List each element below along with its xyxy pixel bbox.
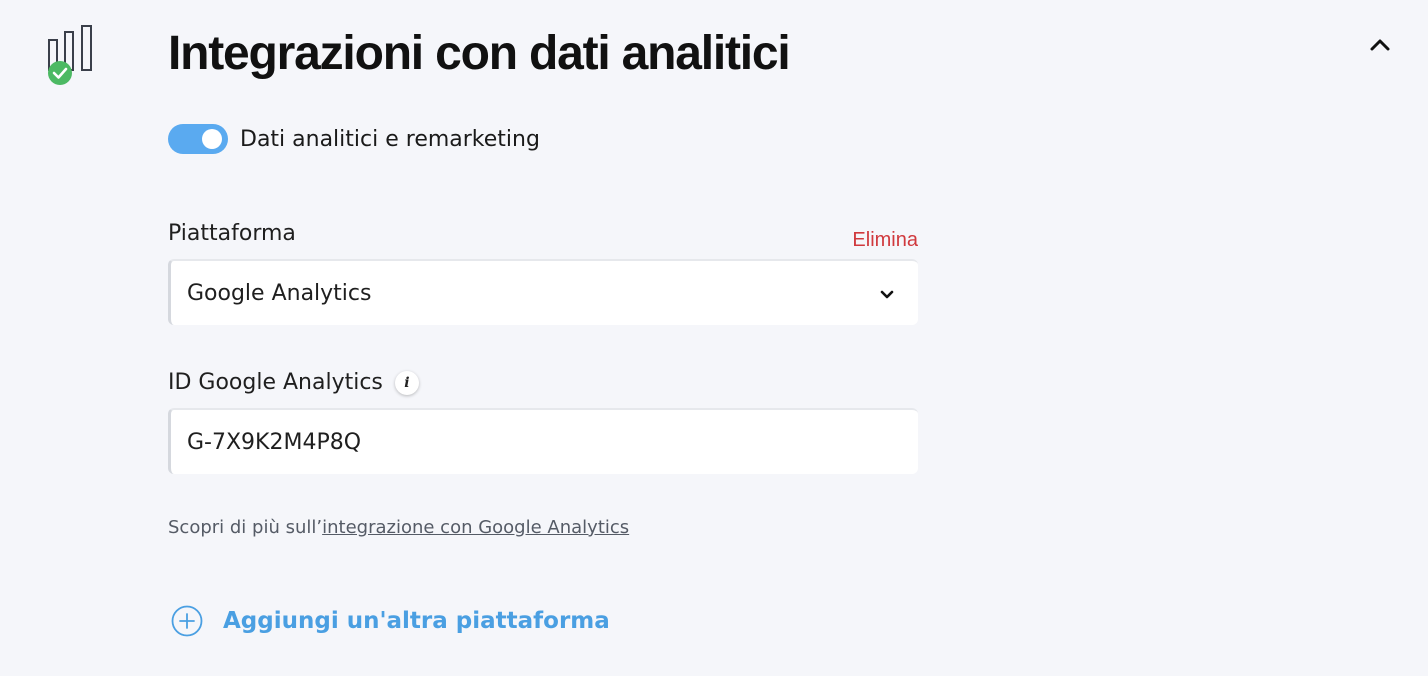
bar-chart-check-icon: [44, 22, 100, 88]
help-text-prefix: Scopri di più sull’: [168, 517, 323, 538]
analytics-id-input[interactable]: G-7X9K2M4P8Q: [168, 408, 918, 474]
chevron-down-icon: [880, 290, 894, 299]
platform-label: Piattaforma: [168, 221, 296, 246]
platform-selected-value: Google Analytics: [187, 280, 372, 306]
chevron-up-icon: [1370, 39, 1390, 51]
add-platform-label: Aggiungi un'altra piattaforma: [223, 608, 610, 634]
plus-circle-icon: [171, 605, 203, 637]
analytics-toggle-row: Dati analitici e remarketing: [168, 124, 540, 154]
platform-select[interactable]: Google Analytics: [168, 259, 918, 325]
analytics-id-label: ID Google Analytics: [168, 370, 383, 395]
toggle-knob: [202, 129, 222, 149]
info-icon[interactable]: i: [394, 370, 419, 395]
google-analytics-integration-link[interactable]: integrazione con Google Analytics: [322, 517, 629, 538]
analytics-id-label-row: ID Google Analytics i: [168, 370, 419, 395]
section-title: Integrazioni con dati analitici: [168, 27, 791, 80]
delete-link[interactable]: Elimina: [818, 229, 918, 252]
help-text: Scopri di più sull’integrazione con Goog…: [168, 517, 629, 538]
collapse-button[interactable]: [1364, 30, 1396, 58]
add-platform-button[interactable]: Aggiungi un'altra piattaforma: [170, 604, 610, 638]
analytics-remarketing-toggle[interactable]: [168, 124, 228, 154]
analytics-id-value: G-7X9K2M4P8Q: [187, 429, 362, 455]
toggle-label: Dati analitici e remarketing: [240, 126, 540, 152]
